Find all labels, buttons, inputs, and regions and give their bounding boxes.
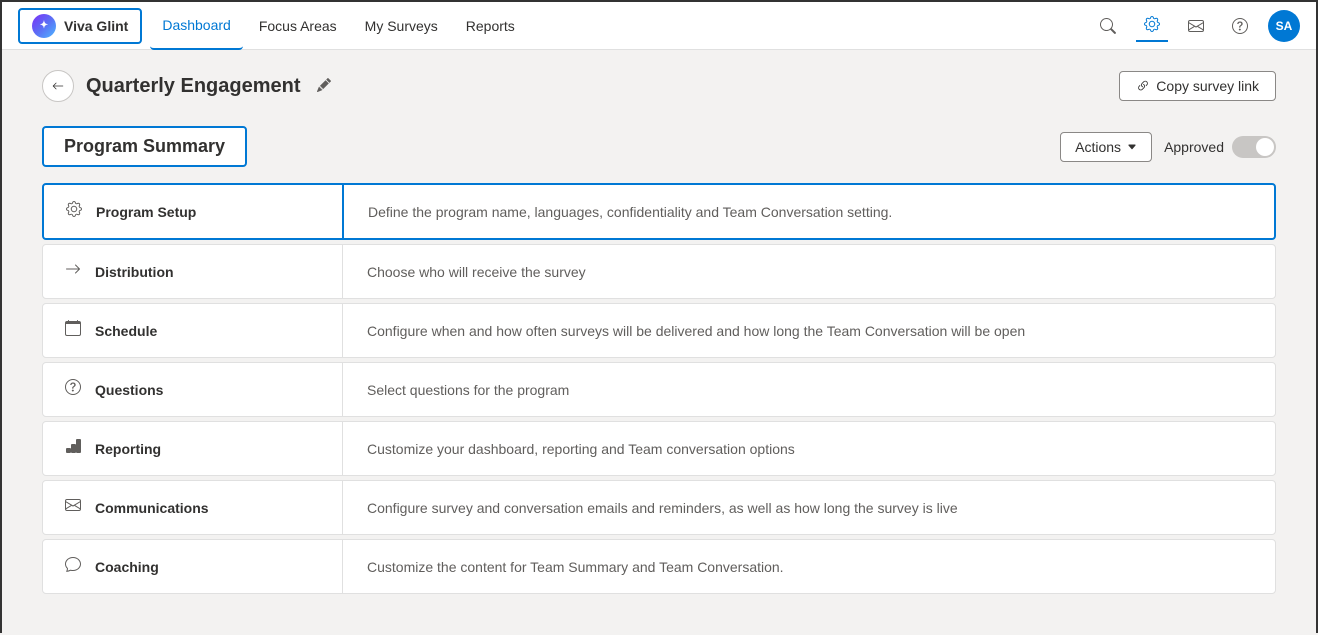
menu-item-label-program-setup: Program Setup bbox=[96, 204, 196, 220]
settings-button[interactable] bbox=[1136, 10, 1168, 42]
menu-item-questions[interactable]: Questions Select questions for the progr… bbox=[42, 362, 1276, 417]
top-navigation: ✦ Viva Glint Dashboard Focus Areas My Su… bbox=[2, 2, 1316, 50]
menu-item-label-distribution: Distribution bbox=[95, 264, 174, 280]
nav-item-focus-areas[interactable]: Focus Areas bbox=[247, 2, 349, 50]
section-title: Program Summary bbox=[64, 136, 225, 157]
menu-item-reporting[interactable]: Reporting Customize your dashboard, repo… bbox=[42, 421, 1276, 476]
copy-survey-link-label: Copy survey link bbox=[1156, 78, 1259, 94]
section-title-box: Program Summary bbox=[42, 126, 247, 167]
nav-item-dashboard[interactable]: Dashboard bbox=[150, 2, 243, 50]
menu-item-label-coaching: Coaching bbox=[95, 559, 159, 575]
user-avatar[interactable]: SA bbox=[1268, 10, 1300, 42]
menu-item-communications[interactable]: Communications Configure survey and conv… bbox=[42, 480, 1276, 535]
actions-button[interactable]: Actions bbox=[1060, 132, 1152, 162]
menu-list: Program Setup Define the program name, l… bbox=[42, 183, 1276, 594]
nav-items: Dashboard Focus Areas My Surveys Reports bbox=[150, 2, 526, 50]
menu-item-distribution[interactable]: Distribution Choose who will receive the… bbox=[42, 244, 1276, 299]
edit-title-button[interactable] bbox=[313, 74, 335, 99]
brand-logo-icon: ✦ bbox=[32, 14, 56, 38]
menu-item-label-schedule: Schedule bbox=[95, 323, 157, 339]
menu-item-left-schedule: Schedule bbox=[43, 304, 343, 357]
schedule-icon bbox=[63, 320, 83, 341]
approved-toggle-container: Approved bbox=[1164, 136, 1276, 158]
content-area: Quarterly Engagement Copy survey link Pr… bbox=[2, 50, 1316, 635]
approved-toggle[interactable] bbox=[1232, 136, 1276, 158]
menu-item-desc-reporting: Customize your dashboard, reporting and … bbox=[343, 425, 1275, 473]
help-button[interactable] bbox=[1224, 10, 1256, 42]
program-setup-icon bbox=[64, 201, 84, 222]
menu-item-label-reporting: Reporting bbox=[95, 441, 161, 457]
coaching-icon bbox=[63, 556, 83, 577]
communications-icon bbox=[63, 497, 83, 518]
menu-item-desc-coaching: Customize the content for Team Summary a… bbox=[343, 543, 1275, 591]
menu-item-left-communications: Communications bbox=[43, 481, 343, 534]
page-title: Quarterly Engagement bbox=[86, 75, 301, 98]
back-button[interactable] bbox=[42, 70, 74, 102]
brand-name: Viva Glint bbox=[64, 18, 128, 34]
questions-icon bbox=[63, 379, 83, 400]
menu-item-program-setup[interactable]: Program Setup Define the program name, l… bbox=[42, 183, 1276, 240]
section-controls: Actions Approved bbox=[1060, 132, 1276, 162]
menu-item-coaching[interactable]: Coaching Customize the content for Team … bbox=[42, 539, 1276, 594]
actions-label: Actions bbox=[1075, 139, 1121, 155]
reporting-icon bbox=[63, 438, 83, 459]
nav-item-reports[interactable]: Reports bbox=[454, 2, 527, 50]
search-button[interactable] bbox=[1092, 10, 1124, 42]
nav-right-icons: SA bbox=[1092, 10, 1300, 42]
menu-item-schedule[interactable]: Schedule Configure when and how often su… bbox=[42, 303, 1276, 358]
menu-item-desc-schedule: Configure when and how often surveys wil… bbox=[343, 307, 1275, 355]
menu-item-label-communications: Communications bbox=[95, 500, 209, 516]
page-header-left: Quarterly Engagement bbox=[42, 70, 335, 102]
menu-item-desc-questions: Select questions for the program bbox=[343, 366, 1275, 414]
notifications-button[interactable] bbox=[1180, 10, 1212, 42]
distribution-icon bbox=[63, 261, 83, 282]
nav-item-my-surveys[interactable]: My Surveys bbox=[353, 2, 450, 50]
menu-item-label-questions: Questions bbox=[95, 382, 163, 398]
menu-item-left-questions: Questions bbox=[43, 363, 343, 416]
menu-item-desc-program-setup: Define the program name, languages, conf… bbox=[344, 188, 1274, 236]
menu-item-desc-distribution: Choose who will receive the survey bbox=[343, 248, 1275, 296]
menu-item-left-reporting: Reporting bbox=[43, 422, 343, 475]
menu-item-left-coaching: Coaching bbox=[43, 540, 343, 593]
menu-item-left-distribution: Distribution bbox=[43, 245, 343, 298]
menu-item-left-program-setup: Program Setup bbox=[44, 185, 344, 238]
menu-item-desc-communications: Configure survey and conversation emails… bbox=[343, 484, 1275, 532]
copy-survey-link-button[interactable]: Copy survey link bbox=[1119, 71, 1276, 101]
page-header: Quarterly Engagement Copy survey link bbox=[42, 70, 1276, 102]
brand-logo-area[interactable]: ✦ Viva Glint bbox=[18, 8, 142, 44]
approved-label: Approved bbox=[1164, 139, 1224, 155]
program-summary-header: Program Summary Actions Approved bbox=[42, 126, 1276, 167]
